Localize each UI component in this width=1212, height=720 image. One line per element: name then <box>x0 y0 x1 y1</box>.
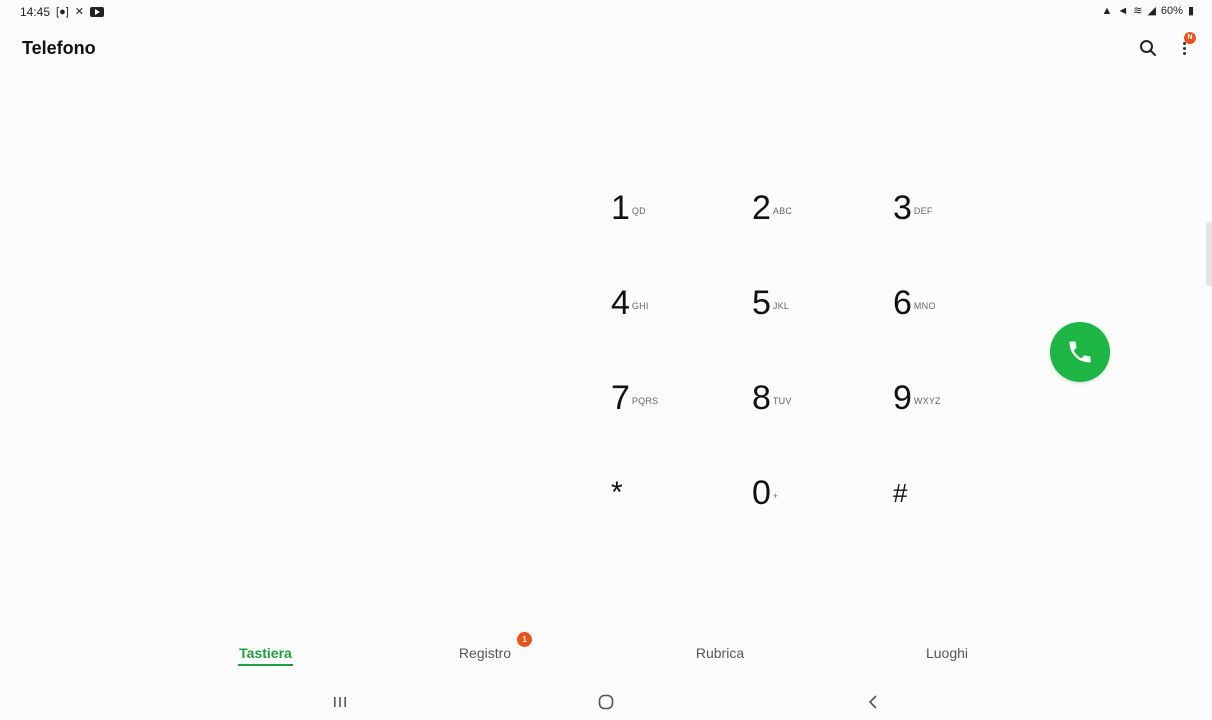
status-bar: 14:45 [●] ✕ ▲ ◄ ≋ ◢ 60% ▮ <box>0 0 1212 24</box>
phone-icon <box>1069 341 1091 363</box>
key-letters: MNO <box>913 301 936 311</box>
key-7[interactable]: 7 PQRS <box>570 358 690 438</box>
tools-icon: ✕ <box>74 6 85 18</box>
key-digit: 8 <box>752 379 771 417</box>
back-icon <box>868 695 877 709</box>
key-digit: 2 <box>752 189 771 227</box>
back-button[interactable] <box>859 690 887 714</box>
tab-tastiera[interactable]: Tastiera <box>238 636 293 672</box>
missed-calls-badge: 1 <box>517 632 532 647</box>
key-3[interactable]: 3 DEF <box>852 168 972 248</box>
key-9[interactable]: 9 WXYZ <box>852 358 972 438</box>
status-right: ▲ ◄ ≋ ◢ 60% ▮ <box>1101 5 1194 17</box>
key-1[interactable]: 1 QD <box>570 168 690 248</box>
more-vert-icon <box>1182 41 1186 55</box>
screen-record-icon: [●] <box>56 6 69 18</box>
key-star[interactable]: * <box>570 453 690 533</box>
key-hash[interactable]: # <box>852 453 972 533</box>
key-digit: * <box>611 476 623 509</box>
youtube-icon <box>90 7 105 17</box>
key-letters: + <box>772 491 779 501</box>
search-icon <box>1140 40 1156 56</box>
active-tab-indicator <box>238 664 293 666</box>
key-letters: JKL <box>772 301 790 311</box>
key-letters: DEF <box>913 206 933 216</box>
key-letters: GHI <box>631 301 649 311</box>
page-title: Telefono <box>22 38 96 58</box>
mute-icon: ◄ <box>1117 5 1129 17</box>
system-navigation-bar <box>0 684 1212 720</box>
tab-luoghi[interactable]: Luoghi <box>923 636 971 672</box>
key-digit: 3 <box>893 189 912 227</box>
key-digit: 0 <box>752 474 771 512</box>
wifi-icon: ≋ <box>1133 5 1143 17</box>
tab-label: Registro <box>458 645 512 661</box>
key-2[interactable]: 2 ABC <box>711 168 831 248</box>
tab-registro[interactable]: Registro 1 <box>456 632 532 672</box>
key-digit: 9 <box>893 379 912 417</box>
key-digit: 7 <box>611 379 630 417</box>
key-0[interactable]: 0 + <box>711 453 831 533</box>
key-6[interactable]: 6 MNO <box>852 263 972 343</box>
tab-label: Rubrica <box>695 645 745 661</box>
battery-icon: ▮ <box>1187 5 1194 17</box>
key-digit: # <box>893 478 908 508</box>
tab-rubrica[interactable]: Rubrica <box>693 636 747 672</box>
key-letters: TUV <box>772 396 792 406</box>
key-letters: WXYZ <box>913 396 941 406</box>
tab-label: Luoghi <box>925 645 969 661</box>
key-5[interactable]: 5 JKL <box>711 263 831 343</box>
key-4[interactable]: 4 GHI <box>570 263 690 343</box>
key-8[interactable]: 8 TUV <box>711 358 831 438</box>
home-icon <box>598 694 614 710</box>
search-button[interactable] <box>1136 36 1160 60</box>
key-digit: 6 <box>893 284 912 322</box>
bottom-tab-bar: Tastiera Registro 1 Rubrica Luoghi <box>0 632 1212 672</box>
key-digit: 1 <box>611 189 630 227</box>
key-digit: 4 <box>611 284 630 322</box>
call-button[interactable] <box>1050 322 1110 382</box>
key-letters: PQRS <box>631 396 659 406</box>
key-letters: ABC <box>772 206 793 216</box>
recent-apps-icon <box>334 697 346 707</box>
more-options-button[interactable]: N <box>1172 32 1196 60</box>
status-left: 14:45 [●] ✕ <box>20 5 105 19</box>
dial-keypad: 1 QD 2 ABC 3 DEF 4 GHI 5 JKL 6 MNO 7 PQR… <box>570 160 990 540</box>
home-button[interactable] <box>592 690 620 714</box>
signal-icon: ◢ <box>1147 5 1156 17</box>
edge-panel-handle[interactable] <box>1206 222 1212 286</box>
recent-apps-button[interactable] <box>326 690 354 714</box>
status-time: 14:45 <box>20 5 51 19</box>
alarm-icon: ▲ <box>1101 5 1113 17</box>
menu-notification-badge: N <box>1184 32 1196 44</box>
battery-percent: 60% <box>1160 5 1183 17</box>
key-digit: 5 <box>752 284 771 322</box>
phone-app-screen: 14:45 [●] ✕ ▲ ◄ ≋ ◢ 60% ▮ Telefono N 1 Q… <box>0 0 1212 720</box>
key-letters: QD <box>631 206 646 216</box>
